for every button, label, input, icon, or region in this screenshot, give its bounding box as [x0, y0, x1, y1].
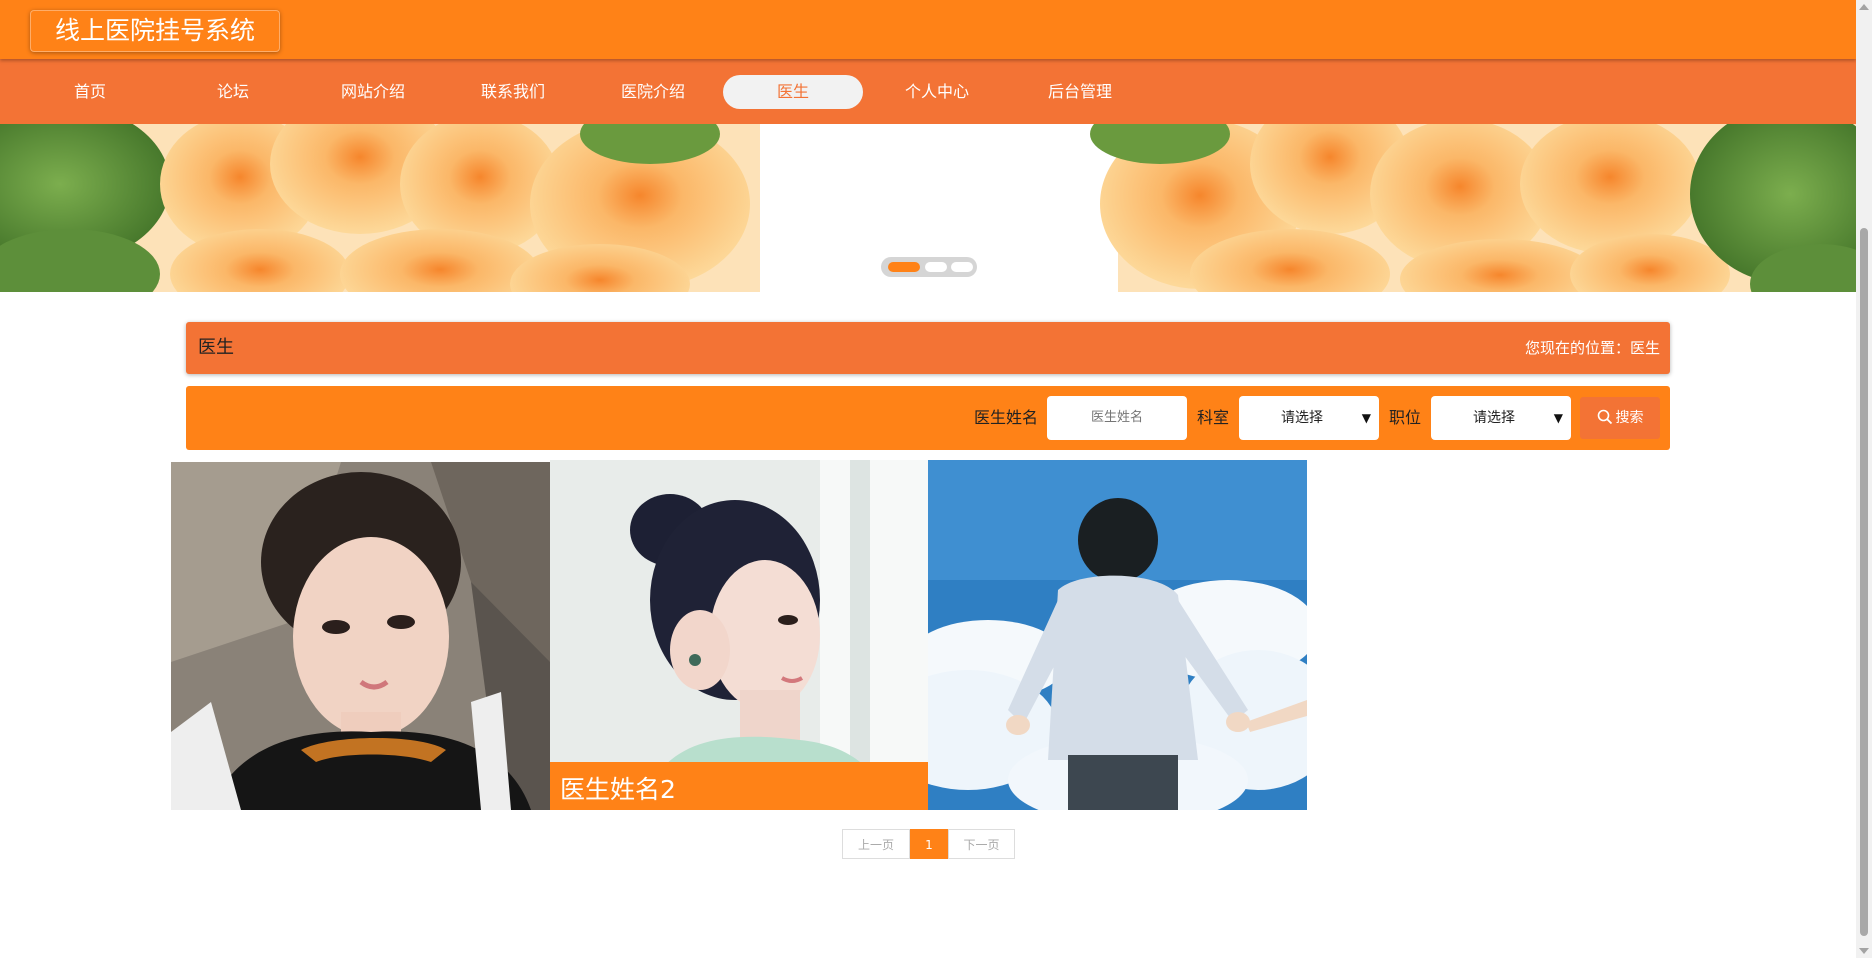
- title-bar: 线上医院挂号系统: [0, 0, 1856, 59]
- position-select-value: 请选择: [1473, 410, 1515, 426]
- doctor-photo: [171, 462, 550, 810]
- pagination-page-1[interactable]: 1: [910, 829, 948, 859]
- doctor-card[interactable]: 医生姓名2: [550, 460, 928, 810]
- department-select-value: 请选择: [1281, 410, 1323, 426]
- breadcrumb-location: 您现在的位置：医生: [1524, 339, 1660, 357]
- chevron-down-icon: ▼: [1553, 411, 1563, 425]
- page-title: 医生: [198, 337, 234, 358]
- scroll-down-arrow-icon[interactable]: [1859, 948, 1869, 954]
- pagination-next[interactable]: 下一页: [948, 829, 1015, 859]
- position-label: 职位: [1389, 408, 1422, 427]
- doctor-card[interactable]: [171, 462, 550, 810]
- nav-item-profile[interactable]: 个人中心: [867, 75, 1007, 109]
- pagination-prev[interactable]: 上一页: [842, 829, 910, 859]
- main-nav: 首页 论坛 网站介绍 联系我们 医院介绍 医生 个人中心 后台管理: [0, 59, 1856, 124]
- nav-item-forum[interactable]: 论坛: [163, 75, 303, 109]
- search-button-label: 搜索: [1615, 410, 1644, 426]
- nav-item-contact[interactable]: 联系我们: [443, 75, 583, 109]
- department-select[interactable]: 请选择 ▼: [1239, 396, 1379, 440]
- carousel-dot-2[interactable]: [925, 262, 947, 272]
- site-title[interactable]: 线上医院挂号系统: [30, 10, 280, 52]
- doctor-name-input[interactable]: [1047, 396, 1187, 440]
- search-button[interactable]: 搜索: [1580, 397, 1660, 439]
- carousel-dot-3[interactable]: [951, 262, 973, 272]
- nav-item-about[interactable]: 网站介绍: [303, 75, 443, 109]
- position-select[interactable]: 请选择 ▼: [1431, 396, 1571, 440]
- doctor-name-label: 医生姓名: [974, 408, 1039, 427]
- chevron-down-icon: ▼: [1361, 411, 1371, 425]
- nav-item-home[interactable]: 首页: [20, 75, 160, 109]
- nav-item-admin[interactable]: 后台管理: [1010, 75, 1150, 109]
- search-bar: 医生姓名 科室 请选择 ▼ 职位 请选择 ▼ 搜索: [186, 386, 1670, 450]
- doctor-caption: 医生姓名2: [550, 762, 928, 810]
- scroll-up-arrow-icon[interactable]: [1859, 4, 1869, 10]
- doctor-photo: [928, 460, 1307, 810]
- search-icon: [1597, 409, 1612, 425]
- nav-item-hospital[interactable]: 医院介绍: [583, 75, 723, 109]
- doctor-photo: [550, 460, 928, 810]
- page: 线上医院挂号系统 首页 论坛 网站介绍 联系我们 医院介绍 医生 个人中心 后台…: [0, 0, 1856, 958]
- carousel-indicators: [881, 257, 977, 277]
- breadcrumb-bar: 医生 您现在的位置：医生: [186, 322, 1670, 374]
- vertical-scrollbar[interactable]: [1856, 0, 1872, 958]
- carousel-dot-1[interactable]: [888, 262, 920, 272]
- scrollbar-thumb[interactable]: [1860, 228, 1868, 936]
- nav-item-doctors[interactable]: 医生: [723, 75, 863, 109]
- department-label: 科室: [1197, 408, 1230, 427]
- doctor-card[interactable]: [928, 460, 1307, 810]
